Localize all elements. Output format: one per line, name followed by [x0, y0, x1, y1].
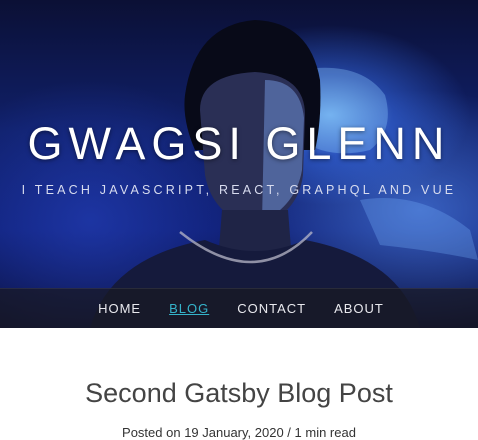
nav-item-contact[interactable]: CONTACT — [237, 301, 306, 316]
nav-item-blog[interactable]: BLOG — [169, 301, 209, 316]
hero-banner: GWAGSI GLENN I TEACH JAVASCRIPT, REACT, … — [0, 0, 478, 328]
post-meta: Posted on 19 January, 2020 / 1 min read — [122, 425, 356, 440]
post-title: Second Gatsby Blog Post — [85, 378, 393, 408]
nav-item-about[interactable]: ABOUT — [334, 301, 384, 316]
nav-item-home[interactable]: HOME — [98, 301, 141, 316]
site-title: GWAGSI GLENN — [27, 118, 451, 169]
site-tagline: I TEACH JAVASCRIPT, REACT, GRAPHQL AND V… — [21, 183, 457, 197]
main-nav: HOME BLOG CONTACT ABOUT — [0, 288, 478, 328]
